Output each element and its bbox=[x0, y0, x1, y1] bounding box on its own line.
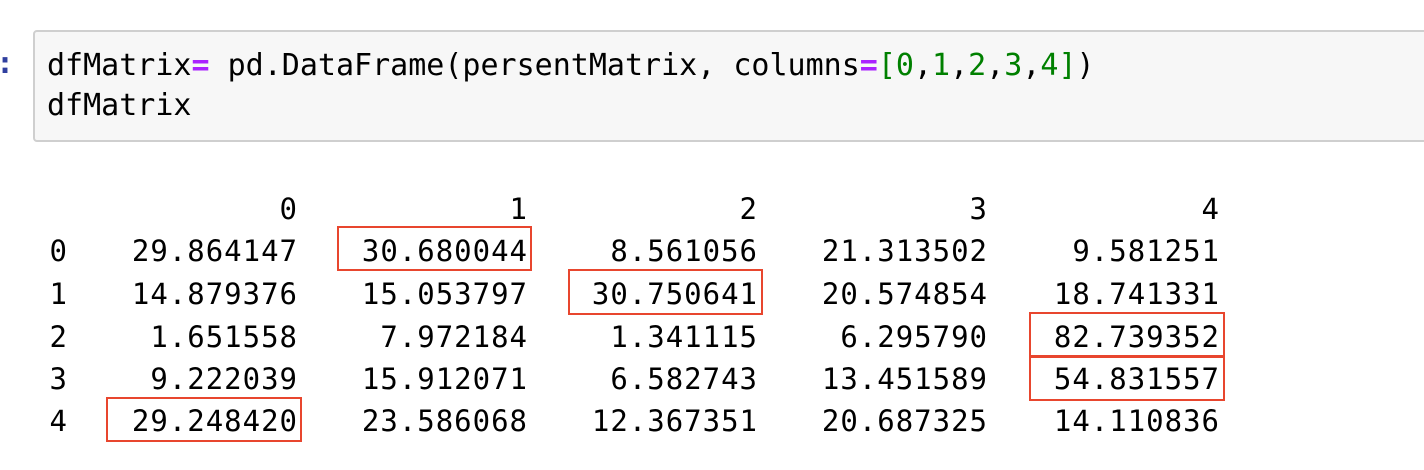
table-cell: 7.972184 bbox=[380, 320, 528, 354]
row-index: 3 bbox=[49, 362, 68, 396]
table-cell: 82.739352 bbox=[1053, 320, 1220, 354]
table-cell: 8.561056 bbox=[610, 234, 758, 268]
column-header: 3 bbox=[969, 192, 988, 226]
table-cell: 6.582743 bbox=[610, 362, 758, 396]
table-cell: 12.367351 bbox=[591, 404, 758, 438]
table-cell: 13.451589 bbox=[821, 362, 988, 396]
row-index: 1 bbox=[49, 277, 68, 311]
table-cell: 29.248420 bbox=[131, 404, 298, 438]
table-cell: 14.879376 bbox=[131, 277, 298, 311]
table-cell: 9.581251 bbox=[1072, 234, 1220, 268]
table-cell: 23.586068 bbox=[361, 404, 528, 438]
table-cell: 1.651558 bbox=[150, 320, 298, 354]
table-cell: 21.313502 bbox=[821, 234, 988, 268]
table-cell: 54.831557 bbox=[1053, 362, 1220, 396]
table-cell: 18.741331 bbox=[1053, 277, 1220, 311]
column-header: 0 bbox=[279, 192, 298, 226]
table-cell: 29.864147 bbox=[131, 234, 298, 268]
table-cell: 20.687325 bbox=[821, 404, 988, 438]
table-cell: 20.574854 bbox=[821, 277, 988, 311]
column-header: 2 bbox=[739, 192, 758, 226]
table-cell: 14.110836 bbox=[1053, 404, 1220, 438]
dataframe-output: 0 1 2 3 4 0 29.864147 30.680044 8.561056… bbox=[0, 0, 1424, 470]
table-cell: 1.341115 bbox=[610, 320, 758, 354]
table-cell: 9.222039 bbox=[150, 362, 298, 396]
table-cell: 15.912071 bbox=[361, 362, 528, 396]
table-cell: 30.750641 bbox=[591, 277, 758, 311]
table-cell: 6.295790 bbox=[840, 320, 988, 354]
row-index: 0 bbox=[49, 234, 68, 268]
column-header: 4 bbox=[1201, 192, 1220, 226]
column-header: 1 bbox=[509, 192, 528, 226]
table-cell: 15.053797 bbox=[361, 277, 528, 311]
table-cell: 30.680044 bbox=[361, 234, 528, 268]
row-index: 2 bbox=[49, 320, 68, 354]
row-index: 4 bbox=[49, 404, 68, 438]
